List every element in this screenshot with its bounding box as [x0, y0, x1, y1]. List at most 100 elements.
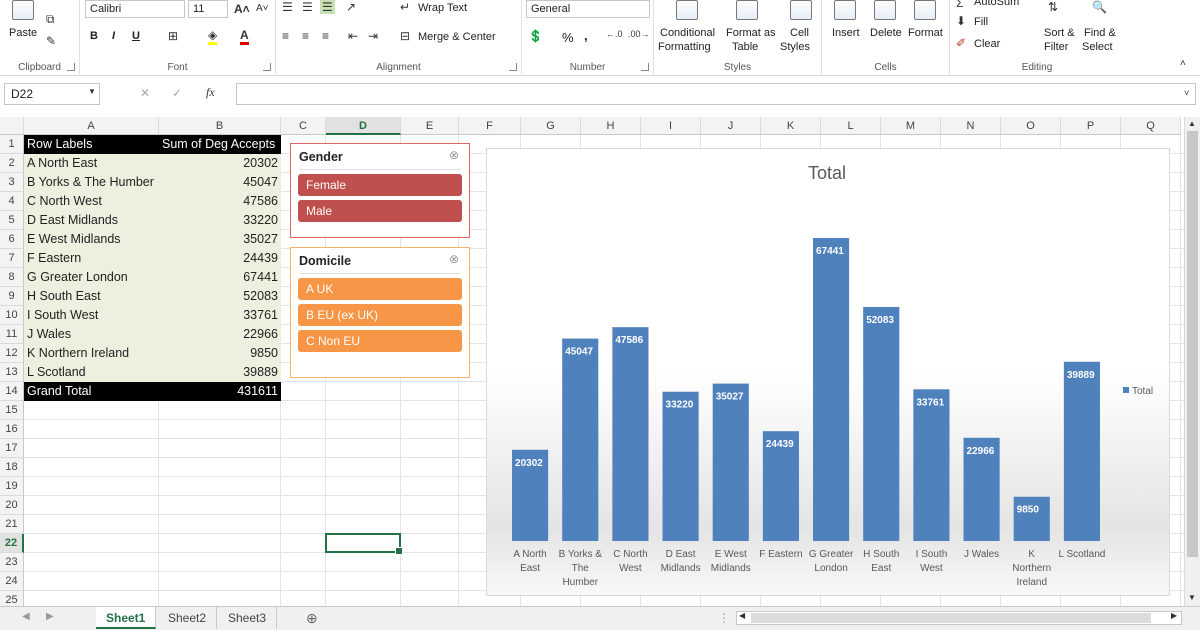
horizontal-scrollbar[interactable]: ◀ ▶ — [736, 611, 1182, 625]
column-header-f[interactable]: F — [459, 117, 521, 135]
row-header-21[interactable]: 21 — [0, 515, 24, 534]
conditional-formatting-icon[interactable] — [676, 0, 698, 20]
wrap-text-button[interactable]: Wrap Text — [418, 2, 467, 14]
column-header-d[interactable]: D — [326, 117, 401, 135]
column-header-q[interactable]: Q — [1121, 117, 1181, 135]
pivot-row-label[interactable]: B Yorks & The Humber — [24, 173, 159, 192]
paste-button[interactable]: Paste — [9, 27, 37, 39]
slicer-item-eu[interactable]: B EU (ex UK) — [298, 304, 462, 326]
active-cell[interactable] — [325, 533, 403, 555]
sort-filter-button-line1[interactable]: Sort & — [1044, 27, 1075, 39]
cell-styles-icon[interactable] — [790, 0, 812, 20]
row-header-12[interactable]: 12 — [0, 344, 24, 363]
row-header-18[interactable]: 18 — [0, 458, 24, 477]
increase-indent-icon[interactable]: ⇥ — [368, 29, 378, 43]
conditional-formatting-button-line1[interactable]: Conditional — [660, 27, 715, 39]
autosum-icon[interactable]: Σ — [956, 0, 963, 10]
format-as-table-button-line2[interactable]: Table — [732, 41, 758, 53]
next-sheet-icon[interactable]: ▶ — [46, 611, 54, 622]
accounting-format-icon[interactable]: 💲 — [528, 29, 543, 43]
find-select-button-line1[interactable]: Find & — [1084, 27, 1116, 39]
select-all-corner[interactable] — [0, 117, 24, 135]
scroll-left-icon[interactable]: ◀ — [739, 611, 745, 620]
fill-icon[interactable]: ⬇ — [956, 14, 966, 28]
scroll-right-icon[interactable]: ▶ — [1171, 611, 1177, 620]
format-button[interactable]: Format — [908, 27, 943, 39]
pivot-row-label[interactable]: E West Midlands — [24, 230, 159, 249]
scroll-down-icon[interactable]: ▼ — [1188, 593, 1196, 602]
fill-button[interactable]: Fill — [974, 16, 988, 28]
pivot-row-label[interactable]: G Greater London — [24, 268, 159, 287]
column-header-a[interactable]: A — [24, 117, 159, 135]
conditional-formatting-button-line2[interactable]: Formatting — [658, 41, 711, 53]
pivot-row-label[interactable]: I South West — [24, 306, 159, 325]
pivot-row-value[interactable]: 35027 — [159, 230, 281, 249]
autosum-button[interactable]: AutoSum — [974, 0, 1019, 8]
borders-icon[interactable]: ⊞ — [168, 29, 178, 43]
clear-button[interactable]: Clear — [974, 38, 1000, 50]
align-top-icon[interactable]: ☰ — [282, 0, 293, 14]
row-header-5[interactable]: 5 — [0, 211, 24, 230]
grow-font-icon[interactable]: A˄ — [234, 2, 250, 16]
row-header-16[interactable]: 16 — [0, 420, 24, 439]
pivot-row-label[interactable]: A North East — [24, 154, 159, 173]
pivot-header-row-labels[interactable]: Row Labels — [24, 135, 159, 154]
column-header-o[interactable]: O — [1001, 117, 1061, 135]
font-size-select[interactable]: 11 — [188, 0, 228, 18]
column-header-m[interactable]: M — [881, 117, 941, 135]
add-sheet-icon[interactable]: ⊕ — [306, 610, 318, 627]
insert-button[interactable]: Insert — [832, 27, 860, 39]
name-box[interactable]: D22 — [4, 83, 100, 105]
prev-sheet-icon[interactable]: ◀ — [22, 611, 30, 622]
row-header-1[interactable]: 1 — [0, 135, 24, 154]
slicer-item-uk[interactable]: A UK — [298, 278, 462, 300]
paste-icon[interactable] — [12, 0, 34, 20]
sheet-tab-sheet1[interactable]: Sheet1 — [96, 607, 157, 629]
pivot-grand-total-label[interactable]: Grand Total — [24, 382, 159, 401]
gender-slicer[interactable]: Gender ⊗ Female Male — [290, 143, 470, 238]
column-header-k[interactable]: K — [761, 117, 821, 135]
row-header-24[interactable]: 24 — [0, 572, 24, 591]
row-header-22[interactable]: 22 — [0, 534, 24, 553]
pivot-header-values[interactable]: Sum of Deg Accepts — [159, 135, 281, 154]
format-painter-icon[interactable]: ✎ — [46, 34, 56, 48]
column-header-b[interactable]: B — [159, 117, 281, 135]
align-center-icon[interactable]: ≡ — [302, 29, 309, 43]
pivot-row-label[interactable]: L Scotland — [24, 363, 159, 382]
italic-button[interactable]: I — [112, 30, 115, 42]
row-header-7[interactable]: 7 — [0, 249, 24, 268]
find-select-button-line2[interactable]: Select — [1082, 41, 1113, 53]
row-header-14[interactable]: 14 — [0, 382, 24, 401]
slicer-item-female[interactable]: Female — [298, 174, 462, 196]
cancel-icon[interactable]: ✕ — [140, 86, 150, 100]
row-header-2[interactable]: 2 — [0, 154, 24, 173]
comma-style-button[interactable]: , — [584, 28, 588, 43]
pivot-row-value[interactable]: 39889 — [159, 363, 281, 382]
collapse-ribbon-icon[interactable]: ˄ — [1180, 58, 1186, 69]
column-header-l[interactable]: L — [821, 117, 881, 135]
name-box-dropdown-icon[interactable]: ▼ — [88, 87, 96, 96]
pivot-row-label[interactable]: D East Midlands — [24, 211, 159, 230]
pivot-row-value[interactable]: 20302 — [159, 154, 281, 173]
format-as-table-button-line1[interactable]: Format as — [726, 27, 776, 39]
pivot-row-label[interactable]: C North West — [24, 192, 159, 211]
scroll-thumb[interactable] — [1187, 131, 1198, 557]
column-header-g[interactable]: G — [521, 117, 581, 135]
number-format-select[interactable]: General — [526, 0, 650, 18]
clear-filter-icon[interactable]: ⊗ — [449, 148, 459, 162]
hscroll-thumb[interactable] — [751, 613, 1151, 623]
number-launcher[interactable] — [641, 63, 649, 71]
scroll-up-icon[interactable]: ▲ — [1188, 119, 1196, 128]
increase-decimal-icon[interactable]: ←.0 — [606, 29, 623, 39]
sort-filter-button-line2[interactable]: Filter — [1044, 41, 1068, 53]
font-launcher[interactable] — [263, 63, 271, 71]
orientation-icon[interactable]: ↗ — [346, 0, 356, 14]
row-header-3[interactable]: 3 — [0, 173, 24, 192]
shrink-font-icon[interactable]: A˅ — [256, 3, 269, 14]
merge-center-icon[interactable]: ⊟ — [400, 29, 410, 43]
align-middle-icon[interactable]: ☰ — [302, 0, 313, 14]
percent-style-button[interactable]: % — [562, 30, 574, 45]
merge-center-button[interactable]: Merge & Center — [418, 31, 496, 43]
pivot-row-value[interactable]: 52083 — [159, 287, 281, 306]
domicile-slicer[interactable]: Domicile ⊗ A UK B EU (ex UK) C Non EU — [290, 247, 470, 378]
